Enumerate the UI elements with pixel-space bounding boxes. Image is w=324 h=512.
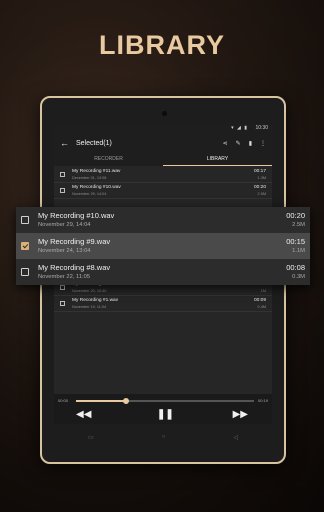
recording-date: December 01, 13:08 [72,176,107,180]
status-time: 10:30 [255,125,268,131]
current-time: 00:00 [58,398,69,403]
recording-duration: 00:17 [253,169,266,174]
list-item[interactable]: My Recording #1.wav November 19, 11:04 0… [54,296,272,312]
home-icon[interactable]: ○ [162,434,166,440]
recording-date: November 29, 14:04 [72,192,107,196]
delete-icon[interactable]: ▮ [249,140,252,147]
recording-date: November 24, 13:04 [38,247,91,254]
share-icon[interactable]: ⋖ [223,140,228,147]
audio-player: 00:00 00:19 ◀◀ ❚❚ ▶▶ [54,394,272,424]
toolbar-actions: ⋖ ✎ ▮ ⋮ [223,140,266,147]
rewind-icon[interactable]: ◀◀ [76,409,91,420]
recording-size: 1.1M [292,247,305,254]
list-item[interactable]: My Recording #8.wav November 22, 11:05 0… [16,259,310,285]
checkbox[interactable] [60,285,65,290]
recording-duration: 00:20 [253,185,266,190]
list-item[interactable]: My Recording #11.wav December 01, 13:08 … [54,167,272,183]
recording-size: 0.3M [292,273,305,280]
back-nav-icon[interactable]: ◁ [233,434,238,441]
recording-name: My Recording #10.wav [38,211,115,220]
seek-handle[interactable] [122,397,129,404]
total-time: 00:19 [257,398,268,403]
recording-size: 1.3M [257,176,266,180]
app-bar: ← Selected(1) ⋖ ✎ ▮ ⋮ [54,134,272,152]
recording-size: 1M [260,289,266,293]
tab-recorder[interactable]: RECORDER [54,152,163,166]
tab-library[interactable]: LIBRARY [163,152,272,166]
recording-date: November 19, 11:04 [72,305,107,309]
seek-progress [76,400,126,402]
recording-date: November 20, 10:40 [72,289,107,293]
arrow-back-icon[interactable]: ← [60,138,69,148]
recording-list-top: My Recording #11.wav December 01, 13:08 … [54,167,272,199]
recording-name: My Recording #8.wav [38,263,111,272]
recording-name: My Recording #10.wav [72,185,121,190]
checkbox[interactable] [60,172,65,177]
seek-bar[interactable] [76,397,254,404]
status-bar: ▾ ◢ ▮ 10:30 [54,124,272,134]
list-item[interactable]: My Recording #10.wav November 29, 14:04 … [54,183,272,199]
more-options-icon[interactable]: ⋮ [260,140,266,147]
recent-apps-icon[interactable]: ▭ [88,434,94,441]
tab-bar: RECORDER LIBRARY [54,152,272,166]
list-item[interactable]: My Recording #10.wav November 29, 14:04 … [16,207,310,233]
recording-size: 2.5M [292,221,305,228]
recording-size: 2.5M [257,192,266,196]
recording-duration: 00:20 [286,211,305,220]
list-item-selected[interactable]: My Recording #9.wav November 24, 13:04 0… [16,233,310,259]
camera-dot [162,111,167,116]
edit-icon[interactable]: ✎ [236,140,241,147]
checkbox-checked[interactable] [21,242,29,250]
recording-name: My Recording #9.wav [38,237,111,246]
recording-date: November 22, 11:05 [38,273,91,280]
checkbox[interactable] [60,188,65,193]
recording-name: My Recording #1.wav [72,298,119,303]
checkbox[interactable] [60,301,65,306]
pause-icon[interactable]: ❚❚ [157,409,174,420]
status-icons: ▾ ◢ ▮ [231,125,248,131]
selection-popup: My Recording #10.wav November 29, 14:04 … [16,207,310,285]
system-nav-bar: ▭ ○ ◁ [54,428,272,446]
recording-duration: 00:09 [253,298,266,303]
page-title: Selected(1) [76,139,112,147]
recording-name: My Recording #11.wav [72,169,121,174]
recording-duration: 00:08 [286,263,305,272]
checkbox[interactable] [21,216,29,224]
recording-size: 0.4M [257,305,266,309]
fast-forward-icon[interactable]: ▶▶ [233,409,248,420]
checkbox[interactable] [21,268,29,276]
recording-date: November 29, 14:04 [38,221,91,228]
recording-duration: 00:15 [286,237,305,246]
promo-title: LIBRARY [99,30,225,60]
